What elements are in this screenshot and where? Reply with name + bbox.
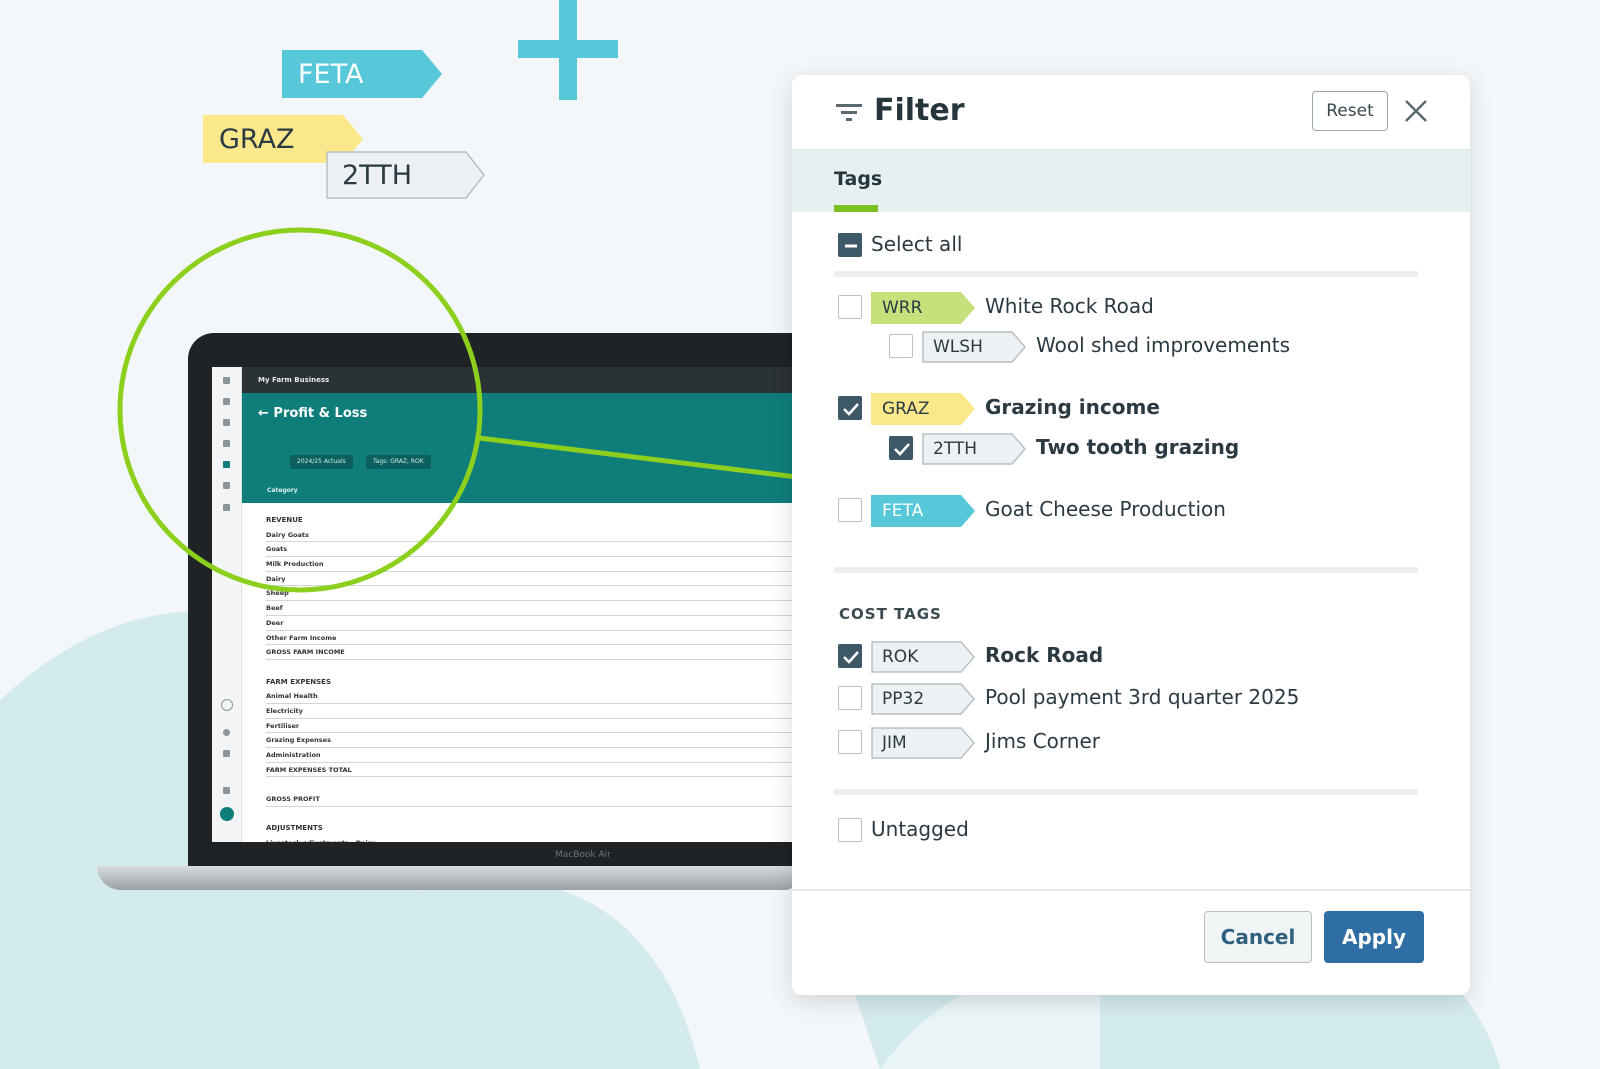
tag-name-2tth: Two tooth grazing <box>1036 435 1240 459</box>
close-icon <box>1405 100 1427 122</box>
cost-tag-name-pp32: Pool payment 3rd quarter 2025 <box>985 685 1300 709</box>
untagged-label: Untagged <box>871 817 969 841</box>
cost-tag-name-rok: Rock Road <box>985 643 1104 667</box>
cancel-button[interactable]: Cancel <box>1204 911 1312 963</box>
tag-name-feta: Goat Cheese Production <box>985 497 1226 521</box>
tag-checkbox-wrr[interactable] <box>838 295 862 319</box>
filter-header: Filter Reset <box>792 75 1470 150</box>
tab-active-indicator <box>834 205 878 212</box>
tag-checkbox-graz[interactable] <box>838 396 862 420</box>
tag-name-wlsh: Wool shed improvements <box>1036 333 1291 357</box>
select-all-checkbox[interactable] <box>838 233 862 257</box>
footer-divider <box>792 889 1470 891</box>
filter-icon <box>836 104 862 121</box>
divider <box>834 789 1418 795</box>
tag-chip-2tth: 2TTH <box>922 433 1027 465</box>
tab-tags[interactable]: Tags <box>834 168 882 190</box>
untagged-checkbox[interactable] <box>838 818 862 842</box>
filter-title: Filter <box>874 93 965 128</box>
reset-button[interactable]: Reset <box>1312 91 1388 131</box>
tag-chip-graz: GRAZ <box>871 393 976 425</box>
cost-tag-chip-rok: ROK <box>871 641 976 673</box>
cost-tag-chip-jim: JIM <box>871 727 976 759</box>
tag-checkbox-2tth[interactable] <box>889 436 913 460</box>
tag-chip-feta: FETA <box>871 495 976 527</box>
divider <box>834 271 1418 277</box>
cost-tag-checkbox-rok[interactable] <box>838 644 862 668</box>
cost-tag-checkbox-jim[interactable] <box>838 730 862 754</box>
cost-tags-heading: COST TAGS <box>839 605 942 623</box>
tag-name-wrr: White Rock Road <box>985 294 1154 318</box>
tag-chip-wrr: WRR <box>871 292 976 324</box>
tag-checkbox-wlsh[interactable] <box>889 334 913 358</box>
tag-name-graz: Grazing income <box>985 395 1160 419</box>
tag-chip-wlsh: WLSH <box>922 331 1027 363</box>
cost-tag-checkbox-pp32[interactable] <box>838 686 862 710</box>
tag-checkbox-feta[interactable] <box>838 498 862 522</box>
apply-button[interactable]: Apply <box>1324 911 1424 963</box>
divider <box>834 567 1418 573</box>
cost-tag-chip-pp32: PP32 <box>871 683 976 715</box>
select-all-label: Select all <box>871 232 963 256</box>
filter-panel: Filter Reset Tags Select all WRR White R… <box>792 75 1470 995</box>
filter-tabbar: Tags <box>792 150 1470 212</box>
cost-tag-name-jim: Jims Corner <box>985 729 1100 753</box>
close-button[interactable] <box>1400 95 1432 127</box>
